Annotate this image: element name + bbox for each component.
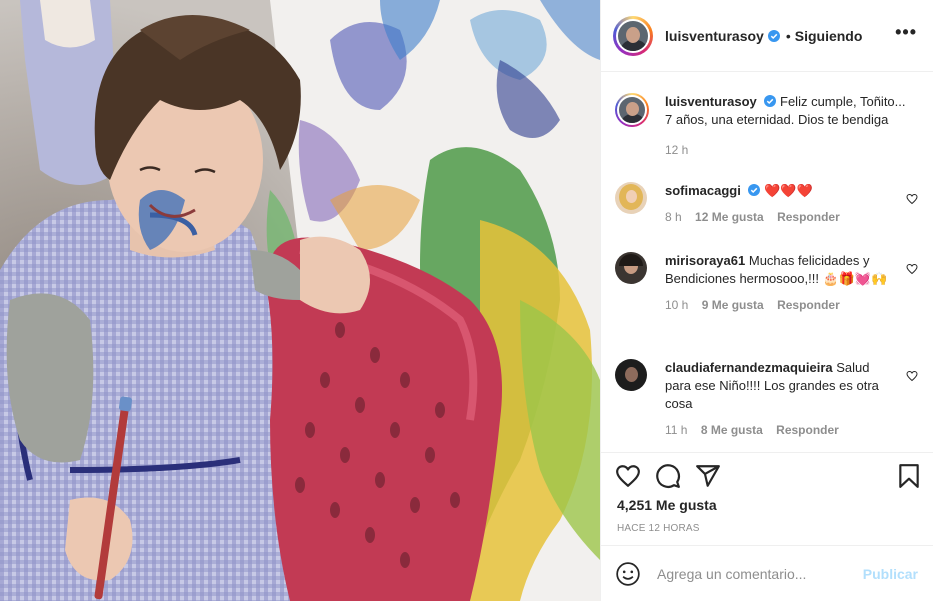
- bookmark-icon[interactable]: [896, 463, 922, 489]
- comment-emoji: ❤️❤️❤️: [764, 183, 813, 198]
- comment-username[interactable]: mirisoraya61: [665, 253, 745, 268]
- share-icon[interactable]: [695, 463, 721, 489]
- header-separator: •: [785, 27, 791, 44]
- comment-likes[interactable]: 8 Me gusta: [701, 423, 763, 437]
- comment-input[interactable]: [657, 565, 857, 582]
- verified-icon: [767, 29, 780, 42]
- caption-author-avatar[interactable]: [615, 93, 649, 127]
- post-time-ago[interactable]: HACE 12 HORAS: [617, 523, 700, 534]
- post-details-panel: luisventurasoy • Siguiendo ••• luisventu…: [600, 0, 933, 601]
- comment-time[interactable]: 10 h: [665, 298, 688, 312]
- comment-likes[interactable]: 9 Me gusta: [702, 298, 764, 312]
- post-photo[interactable]: [0, 0, 600, 601]
- comment-time[interactable]: 11 h: [665, 423, 687, 437]
- comment-username[interactable]: claudiafernandezmaquieira: [665, 360, 833, 375]
- verified-icon: [748, 184, 761, 196]
- comment-username[interactable]: sofimacaggi: [665, 183, 741, 198]
- likes-count[interactable]: 4,251 Me gusta: [617, 497, 717, 513]
- verified-icon: [764, 95, 777, 107]
- comment-like-heart-icon[interactable]: [906, 193, 918, 205]
- comment-like-heart-icon[interactable]: [906, 370, 918, 382]
- author-avatar[interactable]: [613, 15, 653, 56]
- post-actions: 4,251 Me gusta HACE 12 HORAS: [601, 452, 933, 552]
- comment-time[interactable]: 8 h: [665, 210, 682, 224]
- comment-composer: Publicar: [601, 545, 933, 601]
- child-painting-photo: [0, 0, 600, 601]
- comments-list[interactable]: luisventurasoy Feliz cumple, Toñito... 7…: [601, 72, 933, 450]
- follow-status-button[interactable]: Siguiendo: [795, 28, 863, 44]
- comment-item: mirisoraya61 Muchas felicidades y Bendic…: [615, 252, 918, 314]
- comment-emoji: 🎂🎁💓🙌: [822, 271, 888, 286]
- comment-icon[interactable]: [655, 463, 681, 489]
- emoji-icon[interactable]: [615, 561, 641, 587]
- commenter-avatar[interactable]: [615, 182, 647, 214]
- comment-item: sofimacaggi ❤️❤️❤️ 8 h 12 Me gusta Respo…: [615, 182, 918, 226]
- comment-like-heart-icon[interactable]: [906, 263, 918, 275]
- reply-button[interactable]: Responder: [777, 210, 840, 224]
- reply-button[interactable]: Responder: [777, 298, 840, 312]
- caption: luisventurasoy Feliz cumple, Toñito... 7…: [615, 93, 918, 159]
- caption-time[interactable]: 12 h: [665, 143, 688, 157]
- more-icon[interactable]: •••: [895, 23, 917, 45]
- commenter-avatar[interactable]: [615, 252, 647, 284]
- author-username[interactable]: luisventurasoy: [665, 28, 764, 44]
- commenter-avatar[interactable]: [615, 359, 647, 391]
- post-header: luisventurasoy • Siguiendo •••: [601, 0, 933, 72]
- reply-button[interactable]: Responder: [776, 423, 839, 437]
- comment-item: claudiafernandezmaquieira Salud para ese…: [615, 359, 918, 439]
- publish-button[interactable]: Publicar: [863, 566, 918, 582]
- comment-likes[interactable]: 12 Me gusta: [695, 210, 764, 224]
- caption-username[interactable]: luisventurasoy: [665, 94, 757, 109]
- heart-icon[interactable]: [615, 463, 641, 489]
